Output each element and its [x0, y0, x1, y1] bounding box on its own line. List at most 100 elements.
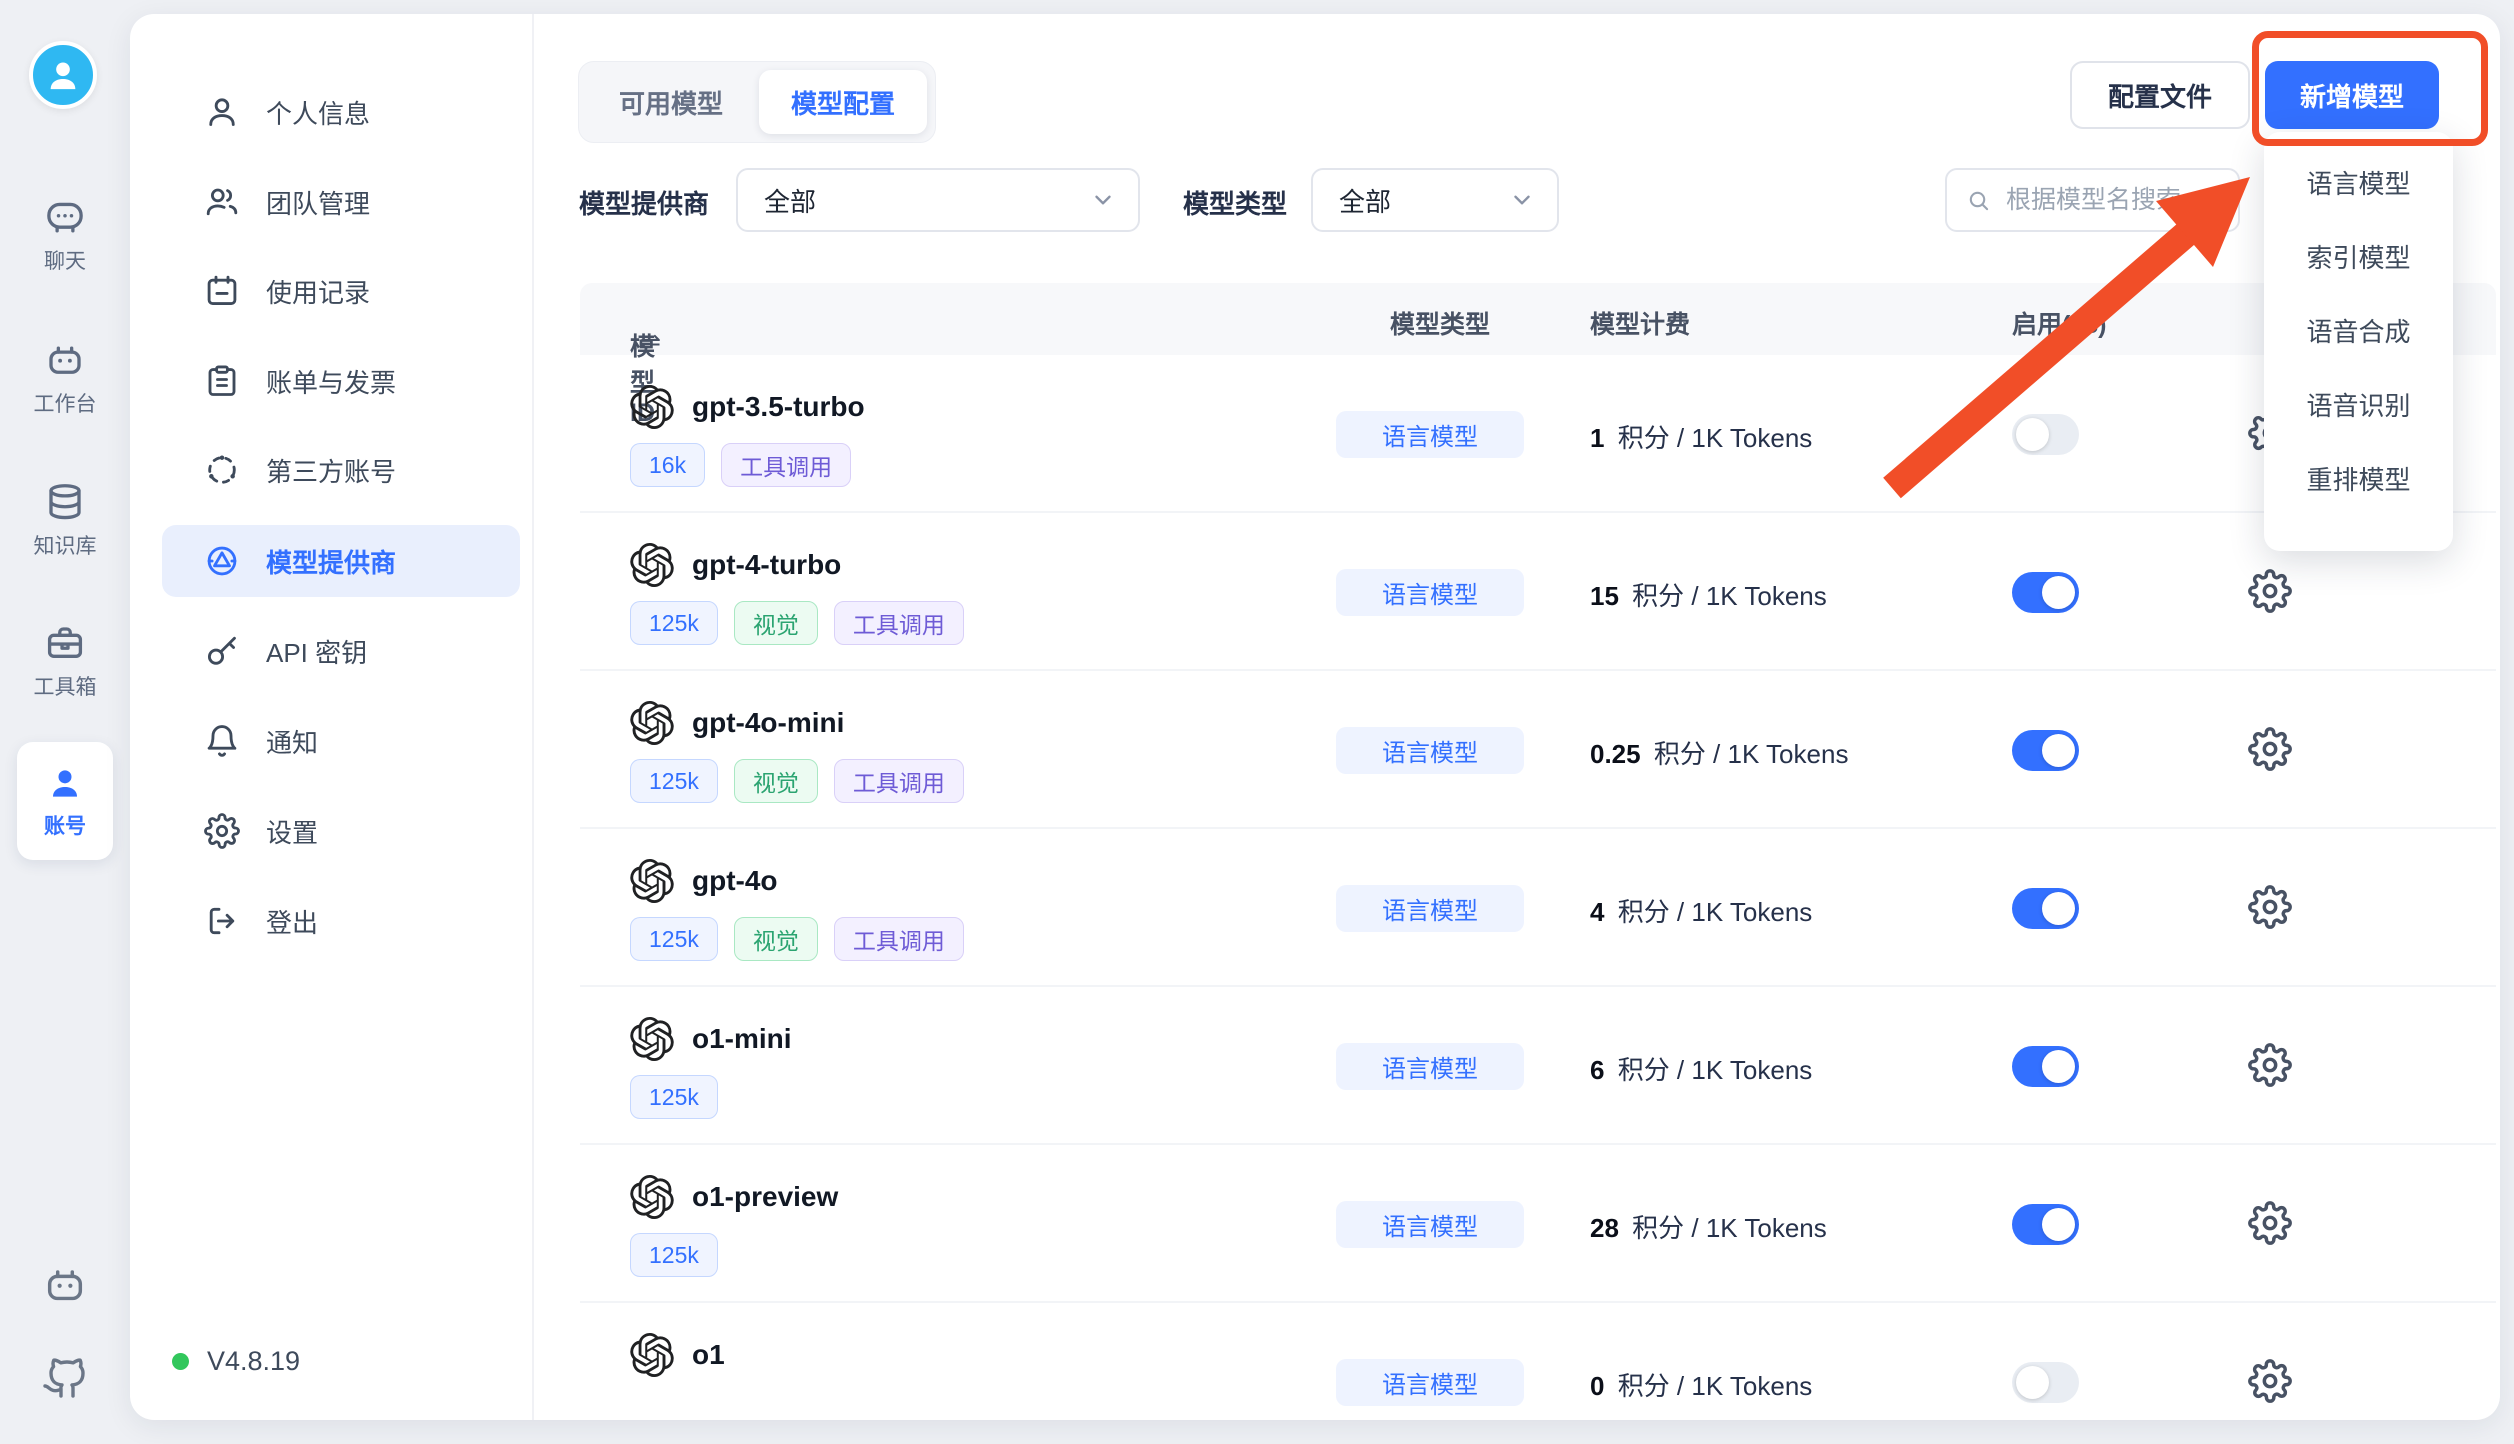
model-table-body: gpt-3.5-turbo 16k工具调用 语言模型 1 积分 / 1K Tok… [580, 355, 2496, 1420]
rail-item-知识库[interactable]: 知识库 [0, 481, 130, 560]
version-status-dot [172, 1353, 189, 1370]
team-icon [204, 184, 240, 220]
add-model-menu: 语言模型索引模型语音合成语音识别重排模型 [2264, 132, 2453, 551]
model-tags: 125k视觉工具调用 [630, 601, 964, 645]
row-settings-gear-icon[interactable] [2248, 569, 2292, 613]
model-tags: 16k工具调用 [630, 443, 851, 487]
sidebar-item-设置[interactable]: 设置 [162, 795, 520, 867]
provider-filter-label: 模型提供商 [579, 184, 709, 221]
tab-模型配置[interactable]: 模型配置 [759, 70, 927, 134]
model-name-cell: o1-preview [630, 1175, 838, 1219]
row-settings-gear-icon[interactable] [2248, 1359, 2292, 1403]
config-file-button[interactable]: 配置文件 [2070, 61, 2250, 129]
table-row: gpt-4-turbo 125k视觉工具调用 语言模型 15 积分 / 1K T… [580, 513, 2496, 671]
row-settings-gear-icon[interactable] [2248, 1201, 2292, 1245]
rail-item-聊天[interactable]: 聊天 [0, 196, 130, 275]
model-type-badge: 语言模型 [1336, 727, 1524, 774]
rail-item-工作台[interactable]: 工作台 [0, 339, 130, 418]
enable-toggle[interactable] [2012, 888, 2079, 929]
enable-toggle[interactable] [2012, 414, 2079, 455]
toggle-knob [2042, 1050, 2075, 1083]
toggle-knob [2042, 576, 2075, 609]
model-tag: 125k [630, 1233, 718, 1277]
sidebar-item-账单与发票[interactable]: 账单与发票 [162, 345, 520, 417]
sidebar-item-通知[interactable]: 通知 [162, 705, 520, 777]
model-name: gpt-4o [692, 865, 778, 897]
table-row: o1-mini 125k 语言模型 6 积分 / 1K Tokens [580, 987, 2496, 1145]
add-model-menu-item-语音识别[interactable]: 语音识别 [2264, 367, 2453, 441]
table-header: 模型ID ⇌ 模型类型 模型计费 启用(68) [580, 283, 2496, 355]
sidebar-item-label: 通知 [266, 723, 318, 760]
rail-robot-icon[interactable] [0, 1262, 130, 1308]
row-settings-gear-icon[interactable] [2248, 727, 2292, 771]
row-settings-gear-icon[interactable] [2248, 1043, 2292, 1087]
sidebar-item-个人信息[interactable]: 个人信息 [162, 76, 520, 148]
rail-item-label: 知识库 [34, 530, 97, 560]
model-tag: 工具调用 [834, 601, 964, 645]
model-tags: 125k [630, 1233, 718, 1277]
person-icon [204, 94, 240, 130]
sidebar-item-使用记录[interactable]: 使用记录 [162, 255, 520, 327]
model-tag: 125k [630, 1075, 718, 1119]
model-type-badge: 语言模型 [1336, 1359, 1524, 1406]
toolbox-icon [44, 622, 86, 664]
model-price: 28 积分 / 1K Tokens [1590, 1208, 1827, 1245]
openai-logo-icon [630, 385, 674, 429]
key-icon [204, 633, 240, 669]
add-model-menu-item-索引模型[interactable]: 索引模型 [2264, 219, 2453, 293]
provider-filter-select[interactable]: 全部 [736, 168, 1140, 232]
enable-toggle[interactable] [2012, 1362, 2079, 1403]
add-model-menu-item-重排模型[interactable]: 重排模型 [2264, 441, 2453, 515]
account-icon [45, 763, 85, 803]
chat-icon [44, 196, 86, 238]
col-enabled: 启用(68) [2012, 305, 2106, 341]
sidebar-item-模型提供商[interactable]: 模型提供商 [162, 525, 520, 597]
model-name-cell: o1 [630, 1333, 725, 1377]
model-price: 0 积分 / 1K Tokens [1590, 1366, 1812, 1403]
model-name: gpt-3.5-turbo [692, 391, 865, 423]
sidebar-item-API 密钥[interactable]: API 密钥 [162, 615, 520, 687]
type-filter-select[interactable]: 全部 [1311, 168, 1559, 232]
enable-toggle[interactable] [2012, 572, 2079, 613]
model-type-badge: 语言模型 [1336, 885, 1524, 932]
row-settings-gear-icon[interactable] [2248, 885, 2292, 929]
model-name-cell: gpt-4o [630, 859, 778, 903]
bell-icon [204, 723, 240, 759]
add-model-menu-item-语言模型[interactable]: 语言模型 [2264, 145, 2453, 219]
model-name: o1-mini [692, 1023, 792, 1055]
sidebar-item-label: 使用记录 [266, 273, 370, 310]
sidebar-item-label: 设置 [266, 813, 318, 850]
model-tag: 视觉 [734, 759, 818, 803]
enable-toggle[interactable] [2012, 730, 2079, 771]
enable-toggle[interactable] [2012, 1046, 2079, 1087]
add-model-button[interactable]: 新增模型 [2265, 61, 2439, 129]
table-row: gpt-3.5-turbo 16k工具调用 语言模型 1 积分 / 1K Tok… [580, 355, 2496, 513]
toggle-knob [2016, 418, 2049, 451]
model-search-input[interactable] [2004, 185, 2218, 216]
model-price: 1 积分 / 1K Tokens [1590, 418, 1812, 455]
model-provider-page: 聊天工作台知识库工具箱账号 个人信息团队管理使用记录账单与发票第三方账号模型提供… [0, 0, 2514, 1444]
sidebar-item-第三方账号[interactable]: 第三方账号 [162, 434, 520, 506]
sidebar-item-团队管理[interactable]: 团队管理 [162, 166, 520, 238]
rail-item-工具箱[interactable]: 工具箱 [0, 622, 130, 701]
sidebar-item-label: 模型提供商 [266, 543, 396, 580]
enable-toggle[interactable] [2012, 1204, 2079, 1245]
provider-icon [204, 543, 240, 579]
add-model-menu-item-语音合成[interactable]: 语音合成 [2264, 293, 2453, 367]
rail-item-账号[interactable]: 账号 [17, 742, 113, 860]
model-price: 0.25 积分 / 1K Tokens [1590, 734, 1848, 771]
version-indicator: V4.8.19 [172, 1346, 300, 1377]
github-icon[interactable] [0, 1352, 130, 1400]
tab-可用模型[interactable]: 可用模型 [587, 70, 755, 134]
model-tag: 125k [630, 759, 718, 803]
chevron-down-icon [1090, 187, 1116, 213]
model-name: o1 [692, 1339, 725, 1371]
sidebar-item-登出[interactable]: 登出 [162, 885, 520, 957]
model-type-badge: 语言模型 [1336, 1043, 1524, 1090]
thirdparty-icon [204, 452, 240, 488]
model-tag: 16k [630, 443, 705, 487]
model-name-cell: o1-mini [630, 1017, 792, 1061]
provider-filter-value: 全部 [764, 182, 816, 219]
avatar[interactable] [29, 41, 97, 109]
model-tag: 125k [630, 601, 718, 645]
